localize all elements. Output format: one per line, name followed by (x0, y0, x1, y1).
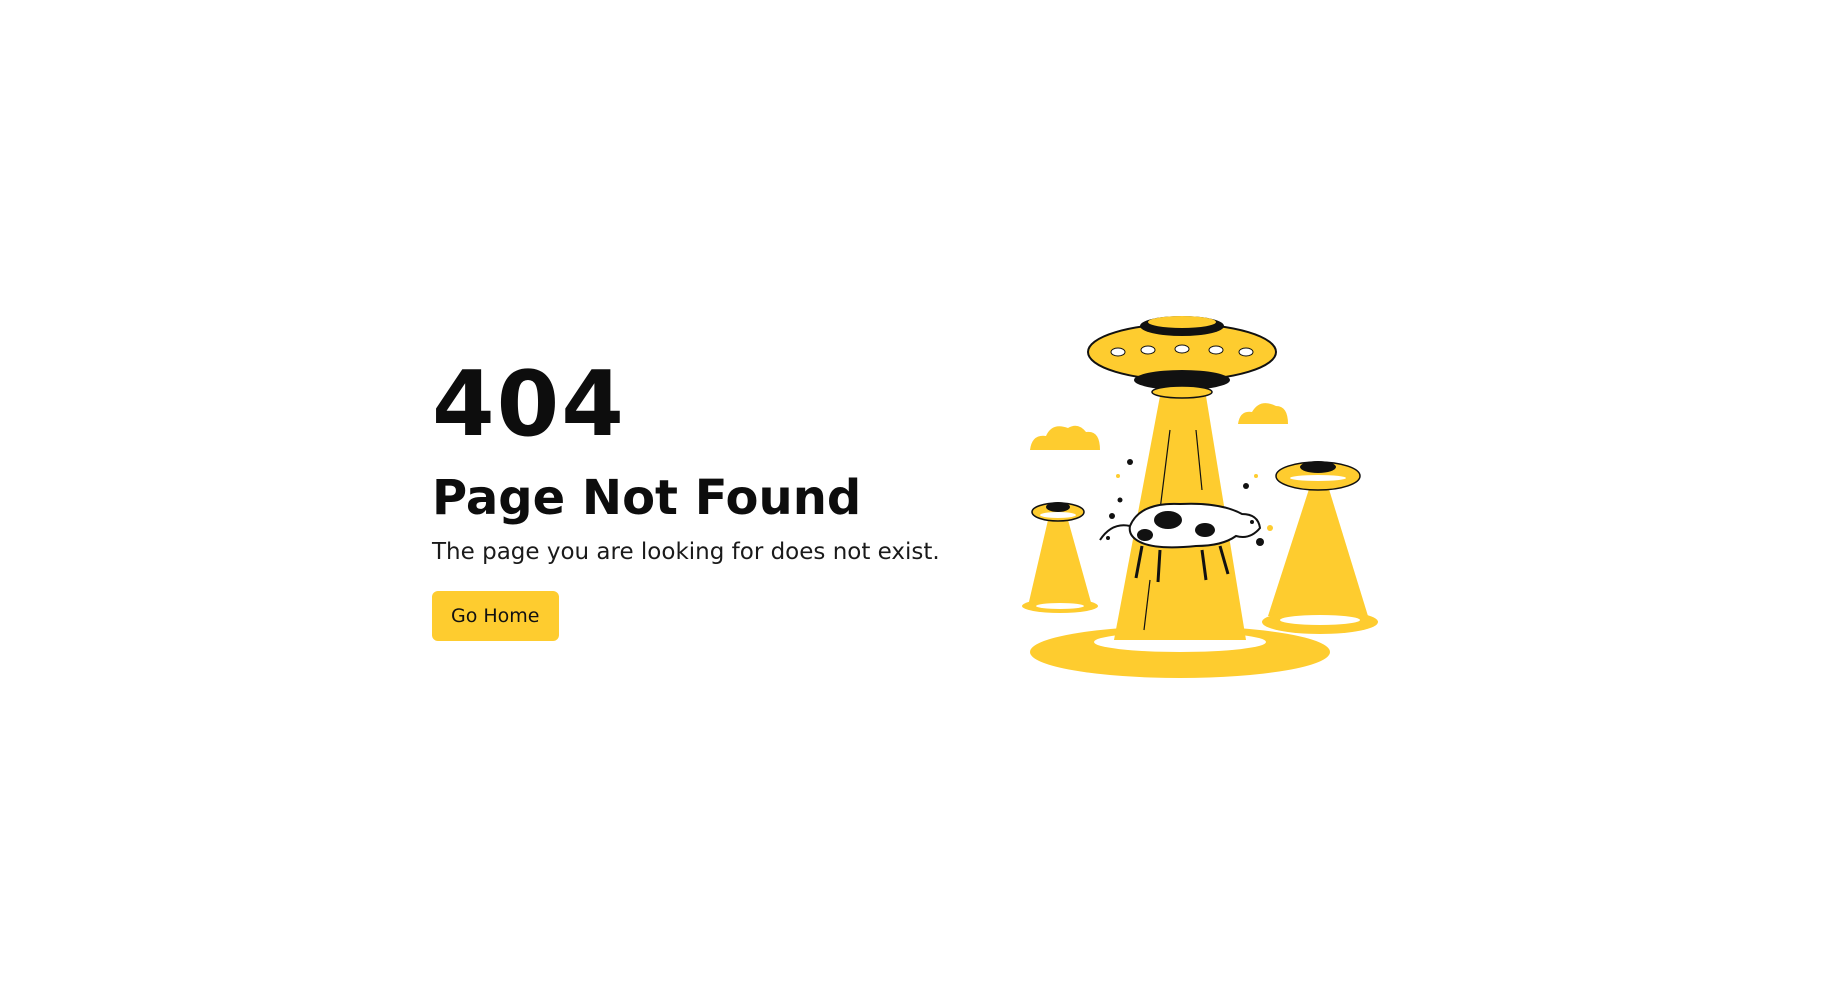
page-title: Page Not Found (432, 470, 862, 526)
small-ufo-left-icon (1022, 502, 1098, 613)
go-home-button[interactable]: Go Home (432, 590, 559, 641)
error-message: The page you are looking for does not ex… (432, 538, 940, 565)
ufo-cow-abduction-illustration (1022, 316, 1378, 678)
not-found-page: 404 Page Not Found The page you are look… (0, 0, 1846, 987)
error-content: 404 Page Not Found The page you are look… (432, 360, 992, 641)
main-ufo-icon (1087, 316, 1277, 399)
error-code: 404 (432, 352, 626, 457)
small-ufo-right-icon (1262, 461, 1378, 634)
